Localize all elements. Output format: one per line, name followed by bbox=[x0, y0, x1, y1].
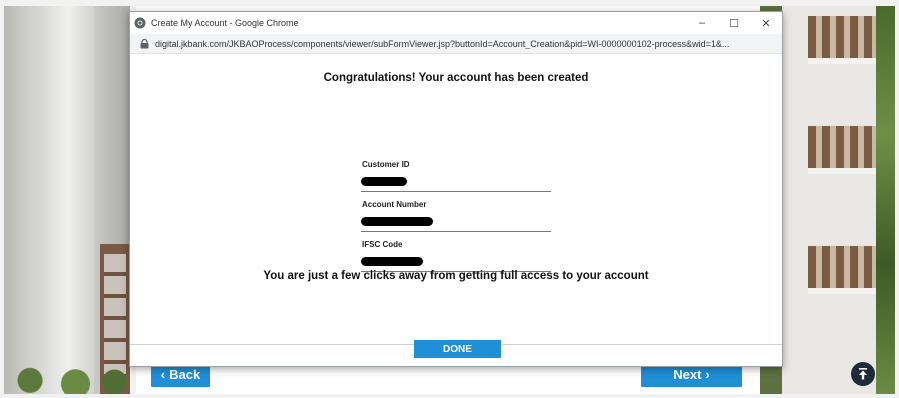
customer-id-redacted-value bbox=[361, 177, 407, 186]
chrome-icon bbox=[134, 17, 146, 29]
success-heading: Congratulations! Your account has been c… bbox=[323, 72, 589, 84]
popup-content: Congratulations! Your account has been c… bbox=[130, 54, 782, 344]
ifsc-code-label: IFSC Code bbox=[362, 240, 403, 249]
account-number-field: Account Number bbox=[361, 194, 551, 232]
background-apartment bbox=[782, 6, 890, 394]
address-bar[interactable]: digital.jkbank.com/JKBAOProcess/componen… bbox=[130, 34, 782, 54]
ifsc-code-redacted-value bbox=[361, 257, 423, 266]
customer-id-label: Customer ID bbox=[362, 160, 410, 169]
scroll-to-top-button[interactable] bbox=[851, 362, 875, 386]
customer-id-field: Customer ID bbox=[361, 154, 551, 192]
chevron-left-icon: ‹ bbox=[160, 367, 166, 382]
minimize-button[interactable]: – bbox=[686, 12, 718, 34]
background-building-left bbox=[4, 6, 134, 394]
back-button-label: Back bbox=[169, 367, 201, 382]
background-tower bbox=[42, 6, 94, 394]
arrow-up-to-top-icon bbox=[859, 368, 867, 380]
maximize-button[interactable]: ☐ bbox=[718, 12, 750, 34]
chevron-right-icon: › bbox=[705, 367, 710, 382]
lock-icon bbox=[140, 38, 149, 49]
window-title: Create My Account - Google Chrome bbox=[151, 18, 299, 28]
access-message: You are just a few clicks away from gett… bbox=[263, 270, 649, 282]
account-number-redacted-value bbox=[361, 217, 433, 226]
popup-window: Create My Account - Google Chrome – ☐ ✕ … bbox=[129, 11, 783, 367]
done-button[interactable]: DONE bbox=[414, 340, 501, 358]
background-shrubs bbox=[4, 360, 134, 394]
next-button-label: Next bbox=[673, 367, 702, 382]
account-number-label: Account Number bbox=[362, 200, 427, 209]
window-titlebar: Create My Account - Google Chrome – ☐ ✕ bbox=[130, 12, 782, 34]
url-text: digital.jkbank.com/JKBAOProcess/componen… bbox=[155, 38, 730, 49]
background-tree bbox=[876, 6, 895, 394]
ifsc-code-field: IFSC Code bbox=[361, 234, 551, 272]
close-button[interactable]: ✕ bbox=[750, 12, 782, 34]
